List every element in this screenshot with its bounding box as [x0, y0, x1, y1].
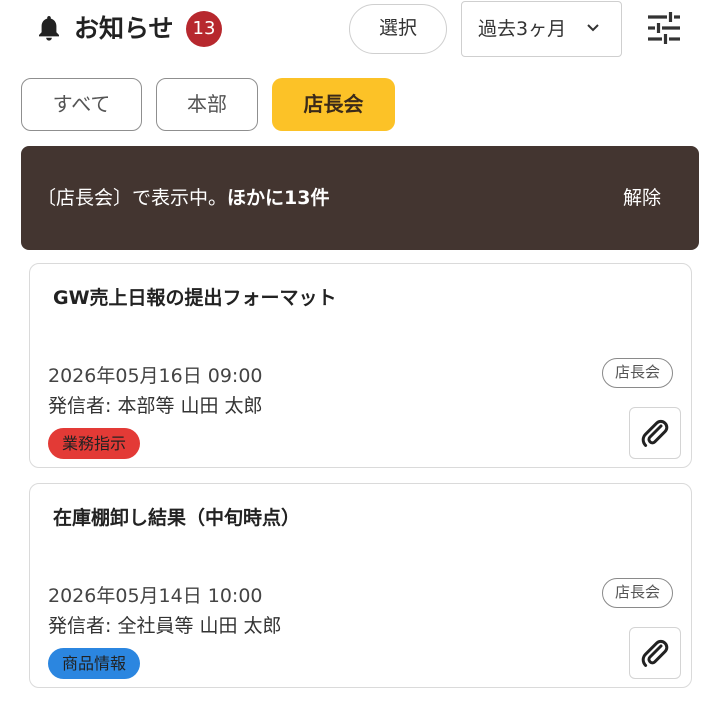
notice-datetime: 2026年05月14日 10:00 [48, 585, 263, 607]
filter-banner: 〔店長会〕で表示中。ほかに13件 解除 [21, 146, 699, 250]
notice-tag: 店長会 [601, 578, 673, 608]
app-header: お知らせ 13 選択 過去3ヶ月 [0, 0, 720, 62]
chevron-down-icon [587, 24, 599, 32]
filter-sliders-icon[interactable] [646, 12, 682, 44]
paperclip-icon [641, 639, 669, 667]
page-title: お知らせ [74, 14, 174, 43]
tab-all[interactable]: すべて [21, 78, 142, 131]
bell-icon [39, 16, 59, 41]
clear-filter-button[interactable]: 解除 [623, 146, 661, 250]
tab-headquarters[interactable]: 本部 [156, 78, 258, 131]
paperclip-icon [641, 419, 669, 447]
notice-tag: 店長会 [601, 358, 673, 388]
notice-category-badge: 商品情報 [48, 648, 141, 679]
filter-banner-label: 〔店長会〕で表示中。 [37, 187, 228, 209]
select-button[interactable]: 選択 [349, 4, 447, 54]
notice-sender: 発信者: 全社員等 山田 太郎 [48, 615, 282, 637]
attachment-button[interactable] [629, 407, 681, 459]
notice-sender: 発信者: 本部等 山田 太郎 [48, 395, 263, 417]
notice-card[interactable]: 在庫棚卸し結果（中旬時点） 店長会 2026年05月14日 10:00 発信者:… [29, 483, 692, 688]
notice-title: 在庫棚卸し結果（中旬時点） [53, 507, 301, 529]
attachment-button[interactable] [629, 627, 681, 679]
filter-banner-count: ほかに13件 [227, 187, 330, 209]
notice-category-badge: 業務指示 [48, 428, 141, 459]
notice-title: GW売上日報の提出フォーマット [53, 287, 337, 309]
notice-card[interactable]: GW売上日報の提出フォーマット 店長会 2026年05月16日 09:00 発信… [29, 263, 692, 468]
notice-datetime: 2026年05月16日 09:00 [48, 365, 263, 387]
period-dropdown[interactable]: 過去3ヶ月 [461, 1, 622, 57]
tab-store-managers[interactable]: 店長会 [272, 78, 395, 131]
notification-count-badge: 13 [186, 11, 222, 47]
period-dropdown-label: 過去3ヶ月 [478, 18, 567, 40]
filter-banner-text: 〔店長会〕で表示中。ほかに13件 [37, 146, 329, 250]
